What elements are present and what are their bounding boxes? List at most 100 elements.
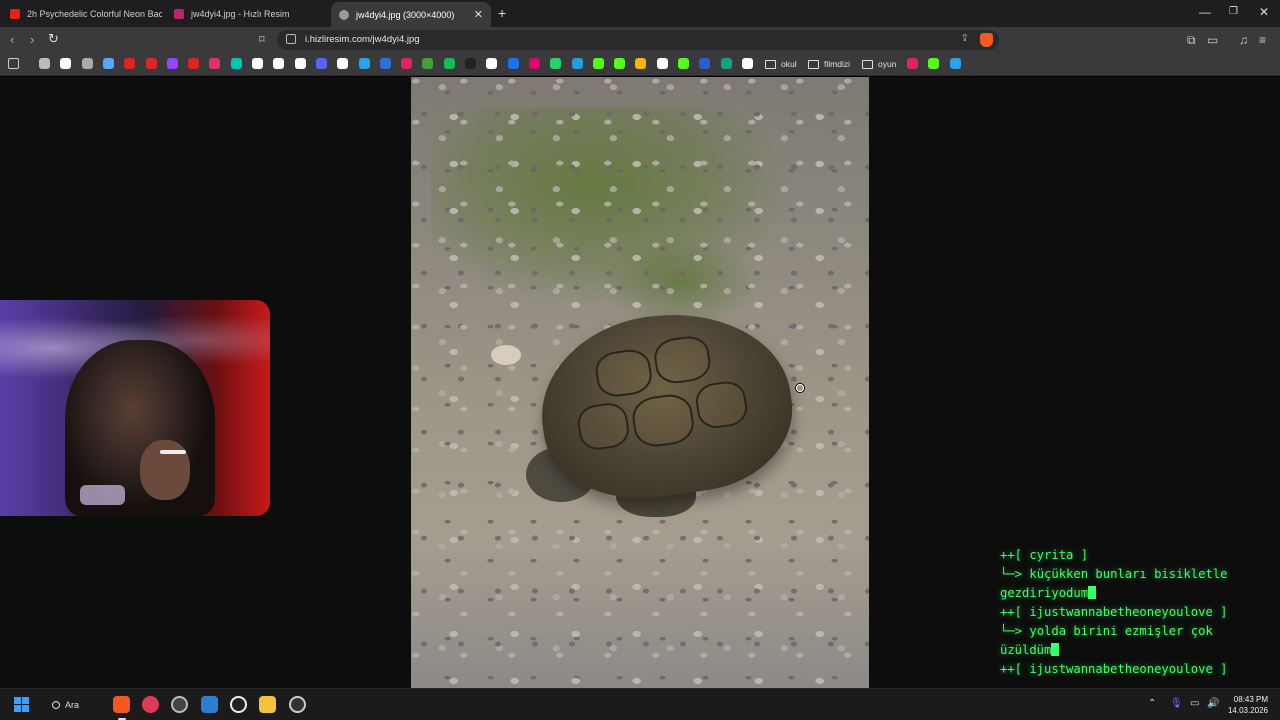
- hizliresim-icon: [174, 9, 184, 19]
- tab-youtube[interactable]: 2h Psychedelic Colorful Neon Backgr: [2, 3, 162, 25]
- bookmark-favicon-icon[interactable]: [550, 58, 562, 69]
- bookmark-favicon-icon[interactable]: [571, 58, 583, 69]
- bookmark-folder-filmdizi[interactable]: filmdizi: [808, 57, 850, 71]
- bookmark-favicon-icon[interactable]: [60, 58, 72, 69]
- bookmark-favicon-icon[interactable]: [422, 58, 434, 69]
- bookmark-favicon-icon[interactable]: [273, 58, 285, 69]
- bookmark-favicon-icon[interactable]: [209, 58, 221, 69]
- microphone-icon[interactable]: 🎙: [1170, 698, 1183, 709]
- media-player-icon[interactable]: [142, 696, 159, 713]
- brave-shields-icon[interactable]: [980, 33, 993, 47]
- bookmark-folder-okul[interactable]: okul: [765, 57, 797, 71]
- volume-icon[interactable]: 🔊: [1207, 698, 1219, 709]
- bookmark-favicon-icon[interactable]: [443, 58, 455, 69]
- text-cursor: [1051, 643, 1060, 656]
- reply-prefix: └─>: [1000, 624, 1023, 638]
- bookmark-favicon-icon[interactable]: [678, 58, 689, 69]
- shell-scute: [693, 379, 750, 431]
- address-bar[interactable]: i.hizliresim.com/jw4dyi4.jpg ⇪: [277, 30, 999, 50]
- brave-browser-icon[interactable]: [113, 696, 130, 713]
- bookmark-favicon-icon[interactable]: [699, 58, 711, 69]
- tab-title: jw4dyi4.jpg - Hızlı Resim: [191, 9, 290, 19]
- streamer-hand: [140, 440, 190, 500]
- bookmark-favicon-icon[interactable]: [124, 58, 136, 69]
- show-hidden-icons[interactable]: ⌃: [1148, 698, 1156, 709]
- bookmark-favicon-icon[interactable]: [720, 58, 732, 69]
- media-icon[interactable]: ♫: [1239, 33, 1248, 47]
- bookmark-favicon-icon[interactable]: [592, 58, 604, 69]
- pebble: [491, 345, 521, 365]
- restore-button[interactable]: ❐: [1229, 6, 1238, 17]
- sidebar-icon[interactable]: ▭: [1207, 33, 1218, 47]
- extensions-icon[interactable]: ⧉: [1187, 33, 1196, 48]
- photos-icon[interactable]: [201, 696, 218, 713]
- bookmark-favicon-icon[interactable]: [465, 58, 476, 69]
- folder-label: okul: [781, 59, 797, 69]
- clock-time: 08:43 PM: [1233, 695, 1268, 704]
- shell-scute: [652, 333, 713, 386]
- bookmark-folder-oyun[interactable]: oyun: [862, 57, 896, 71]
- bookmark-favicon-icon[interactable]: [252, 58, 263, 69]
- chat-message: └─> yolda birini ezmişler çok: [1000, 622, 1275, 641]
- chat-user: ++[ ijustwannabetheoneyoulove ]: [1000, 662, 1228, 676]
- bookmark-favicon-icon[interactable]: [528, 58, 540, 69]
- network-icon[interactable]: ▭: [1190, 698, 1199, 709]
- close-window-button[interactable]: ✕: [1259, 5, 1269, 19]
- chat-message-cont: üzüldüm: [1000, 641, 1275, 660]
- share-icon[interactable]: ⇪: [961, 33, 969, 44]
- file-explorer-icon[interactable]: [259, 696, 276, 713]
- bookmark-favicon-icon[interactable]: [39, 58, 50, 69]
- bookmark-favicon-icon[interactable]: [401, 58, 413, 69]
- bookmark-favicon-icon[interactable]: [166, 58, 178, 69]
- shell-scute: [575, 400, 632, 453]
- taskbar: Ara ⌃ 🎙 ▭ 🔊 08:43 PM 14.03.2026: [0, 688, 1280, 720]
- bookmark-favicon-icon[interactable]: [907, 58, 918, 69]
- bookmark-favicon-icon[interactable]: [486, 58, 498, 69]
- windows-start-button[interactable]: [14, 697, 29, 712]
- taskbar-search[interactable]: Ara: [52, 695, 79, 715]
- folder-icon: [862, 59, 873, 69]
- folder-label: oyun: [878, 59, 897, 69]
- app-icon[interactable]: [230, 696, 247, 713]
- bookmark-favicon-icon[interactable]: [315, 58, 327, 69]
- bookmark-favicon-icon[interactable]: [188, 58, 200, 69]
- menu-icon[interactable]: ≡: [1259, 33, 1266, 47]
- search-label: Ara: [65, 700, 80, 710]
- back-button[interactable]: ‹: [10, 32, 14, 47]
- bookmark-icon[interactable]: ⌑: [259, 33, 265, 46]
- close-tab-icon[interactable]: ✕: [474, 8, 483, 21]
- bookmark-favicon-icon[interactable]: [507, 58, 519, 69]
- bookmark-favicon-icon[interactable]: [337, 58, 349, 69]
- tab-title: jw4dyi4.jpg (3000×4000): [356, 9, 455, 20]
- reload-button[interactable]: ↻: [48, 31, 59, 47]
- tab-hizli-resim[interactable]: jw4dyi4.jpg - Hızlı Resim: [166, 3, 326, 25]
- minimize-button[interactable]: —: [1199, 5, 1211, 19]
- bookmark-favicon-icon[interactable]: [614, 58, 626, 69]
- obs-icon[interactable]: [171, 696, 188, 713]
- url-text[interactable]: i.hizliresim.com/jw4dyi4.jpg: [305, 34, 420, 45]
- tab-image-active[interactable]: jw4dyi4.jpg (3000×4000) ✕: [331, 2, 491, 27]
- steam-icon[interactable]: [289, 696, 306, 713]
- bookmark-favicon-icon[interactable]: [635, 58, 647, 69]
- clock-date: 14.03.2026: [1227, 706, 1268, 715]
- search-icon: [52, 701, 60, 709]
- bookmark-favicon-icon[interactable]: [379, 58, 391, 69]
- chat-message: └─> küçükken bunları bisikletle: [1000, 565, 1275, 584]
- bookmark-favicon-icon[interactable]: [741, 58, 753, 69]
- site-info-icon[interactable]: [286, 34, 296, 44]
- bookmark-favicon-icon[interactable]: [81, 58, 93, 69]
- tortoise-photo[interactable]: [411, 77, 869, 688]
- bookmark-favicon-icon[interactable]: [928, 58, 939, 69]
- new-tab-button[interactable]: +: [498, 5, 506, 21]
- bookmark-favicon-icon[interactable]: [656, 58, 668, 69]
- bookmark-favicon-icon[interactable]: [358, 58, 370, 69]
- bookmark-favicon-icon[interactable]: [145, 58, 157, 69]
- forward-button[interactable]: ›: [30, 32, 34, 47]
- apps-grid-icon[interactable]: [8, 58, 19, 69]
- chat-user: ++[ ijustwannabetheoneyoulove ]: [1000, 605, 1228, 619]
- bookmark-favicon-icon[interactable]: [294, 58, 306, 69]
- bookmark-favicon-icon[interactable]: [102, 58, 114, 69]
- system-clock[interactable]: 08:43 PM 14.03.2026: [1226, 694, 1268, 716]
- bookmark-favicon-icon[interactable]: [950, 58, 961, 69]
- bookmark-favicon-icon[interactable]: [230, 58, 242, 69]
